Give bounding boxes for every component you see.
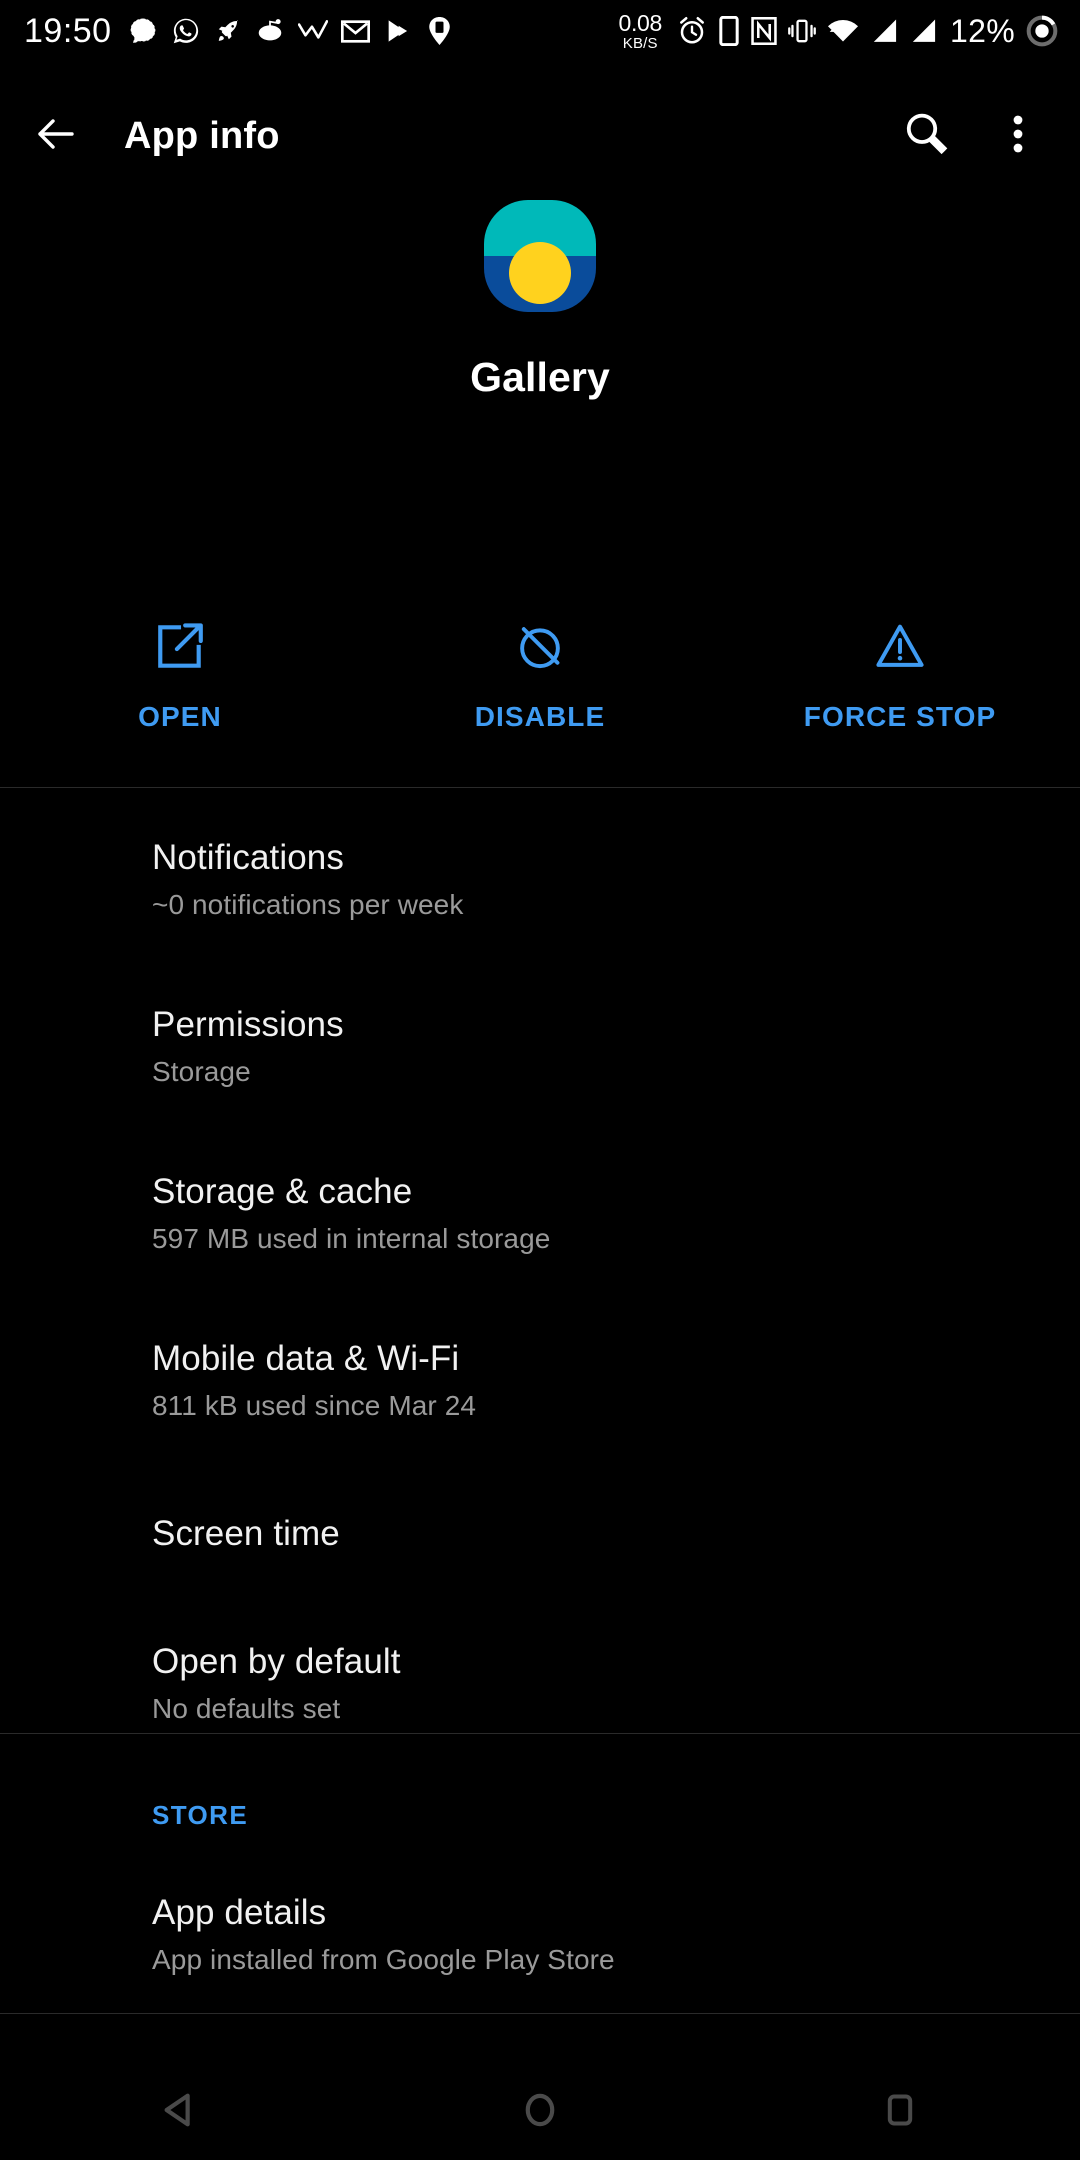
store-section-header: STORE xyxy=(152,1800,249,1830)
nav-back-triangle-icon xyxy=(159,2089,201,2136)
app-icon-container xyxy=(0,200,1080,312)
search-button[interactable] xyxy=(880,90,972,182)
cell-signal-2-icon xyxy=(909,18,937,44)
network-speed-value: 0.08 xyxy=(618,9,663,36)
list-item-permissions[interactable]: Permissions Storage xyxy=(0,1005,1080,1172)
device-pin-icon xyxy=(426,16,453,46)
list-item-subtitle: No defaults set xyxy=(152,1693,341,1724)
list-item-subtitle: ~0 notifications per week xyxy=(152,889,464,920)
arrow-left-icon xyxy=(32,110,80,163)
network-speed-unit: KB/S xyxy=(622,34,658,52)
list-item-title: Mobile data & Wi-Fi xyxy=(152,1339,460,1378)
cell-signal-1-icon xyxy=(870,18,898,44)
nfc-icon xyxy=(751,17,777,45)
block-circle-icon xyxy=(513,620,567,679)
divider-above-store xyxy=(0,1733,1080,1734)
list-item-app-details[interactable]: App details App installed from Google Pl… xyxy=(0,1893,1080,1976)
nav-recents-button[interactable] xyxy=(830,2064,970,2160)
list-item-subtitle: 597 MB used in internal storage xyxy=(152,1223,551,1254)
play-store-icon xyxy=(383,17,413,45)
nav-recents-square-icon xyxy=(880,2090,920,2135)
settings-list: Notifications ~0 notifications per week … xyxy=(0,838,1080,1725)
overflow-menu-button[interactable] xyxy=(972,90,1064,182)
store-section: STORE App details App installed from Goo… xyxy=(0,1800,1080,1976)
gmail-icon xyxy=(340,19,370,44)
list-item-screen-time[interactable]: Screen time xyxy=(0,1514,1080,1642)
gallery-app-icon xyxy=(484,200,596,312)
divider-bottom xyxy=(0,2013,1080,2014)
list-item-subtitle: Storage xyxy=(152,1056,251,1087)
rocket-icon xyxy=(214,17,242,45)
app-info-screen: 19:50 0.08 KB/S 12% App info Gallery OPE… xyxy=(0,0,1080,2160)
list-item-storage-cache[interactable]: Storage & cache 597 MB used in internal … xyxy=(0,1172,1080,1339)
wifi-icon xyxy=(827,18,859,44)
whatsapp-icon xyxy=(171,16,201,46)
open-button-label: OPEN xyxy=(138,701,222,732)
nav-back-button[interactable] xyxy=(110,2064,250,2160)
disable-button[interactable]: DISABLE xyxy=(360,620,720,733)
system-navigation-bar xyxy=(0,2064,1080,2160)
list-item-open-by-default[interactable]: Open by default No defaults set xyxy=(0,1642,1080,1725)
status-bar-system-icons: 0.08 KB/S 12% xyxy=(614,9,1058,52)
list-item-title: Screen time xyxy=(152,1514,340,1553)
battery-circle-icon xyxy=(1026,15,1058,47)
reddit-icon xyxy=(255,16,285,46)
search-icon xyxy=(900,108,952,165)
list-item-title: App details xyxy=(152,1893,327,1932)
open-external-icon xyxy=(153,620,207,679)
list-item-title: Open by default xyxy=(152,1642,401,1681)
divider-above-settings xyxy=(0,787,1080,788)
disable-button-label: DISABLE xyxy=(474,701,606,732)
toolbar: App info xyxy=(0,88,1080,184)
force-stop-button[interactable]: FORCE STOP xyxy=(720,620,1080,733)
open-button[interactable]: OPEN xyxy=(0,620,360,733)
force-stop-button-label: FORCE STOP xyxy=(803,701,997,732)
alarm-icon xyxy=(677,16,707,46)
list-item-subtitle: App installed from Google Play Store xyxy=(152,1944,615,1975)
phone-icon xyxy=(718,16,740,46)
list-item-mobile-data-wifi[interactable]: Mobile data & Wi-Fi 811 kB used since Ma… xyxy=(0,1339,1080,1514)
nav-home-circle-icon xyxy=(519,2089,561,2136)
app-header: Gallery xyxy=(0,200,1080,401)
list-item-title: Storage & cache xyxy=(152,1172,413,1211)
back-button[interactable] xyxy=(8,88,104,184)
warning-triangle-icon xyxy=(873,620,927,679)
app-name: Gallery xyxy=(470,354,610,400)
list-item-title: Permissions xyxy=(152,1005,344,1044)
battery-percent-label: 12% xyxy=(950,12,1015,49)
signal-messenger-icon xyxy=(128,16,158,46)
nav-home-button[interactable] xyxy=(470,2064,610,2160)
app-icon-sun xyxy=(509,242,571,304)
app-action-row: OPEN DISABLE FORCE STOP xyxy=(0,620,1080,733)
page-title: App info xyxy=(124,114,280,157)
status-bar: 19:50 0.08 KB/S 12% xyxy=(0,0,1080,62)
network-speed-indicator: 0.08 KB/S xyxy=(618,9,663,52)
list-item-title: Notifications xyxy=(152,838,344,877)
more-vertical-icon xyxy=(996,112,1040,161)
list-item-subtitle: 811 kB used since Mar 24 xyxy=(152,1390,477,1421)
chart-line-icon xyxy=(297,18,328,44)
list-item-notifications[interactable]: Notifications ~0 notifications per week xyxy=(0,838,1080,1005)
status-bar-clock: 19:50 xyxy=(24,11,112,50)
vibrate-icon xyxy=(788,17,816,45)
status-bar-notification-icons xyxy=(128,16,615,46)
